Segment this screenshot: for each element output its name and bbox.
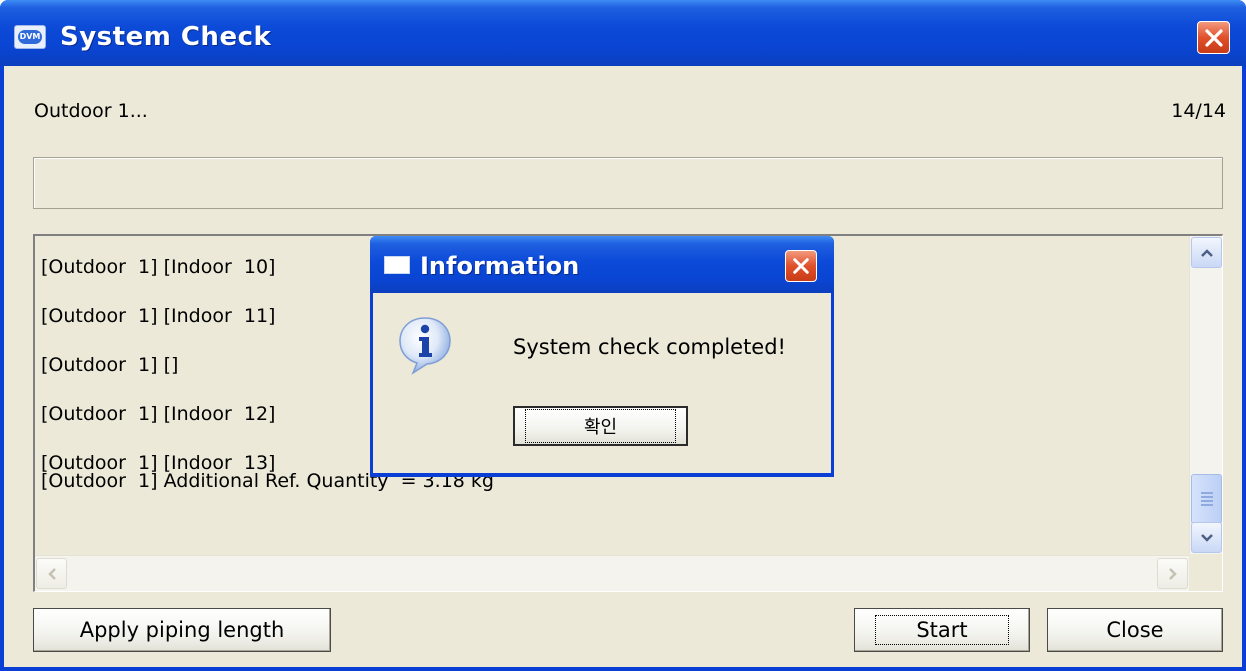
information-dialog: Information System check completed! 확인	[370, 236, 834, 477]
vertical-scrollbar[interactable]	[1189, 236, 1222, 554]
log-line: [Outdoor 1] [Indoor 10]	[41, 256, 276, 278]
start-button[interactable]: Start	[854, 608, 1030, 652]
horizontal-scrollbar[interactable]	[35, 555, 1190, 591]
dialog-ok-button[interactable]: 확인	[513, 406, 688, 446]
log-line: [Outdoor 1] [Indoor 12]	[41, 403, 276, 425]
dialog-message: System check completed!	[513, 335, 786, 359]
dialog-titlebar[interactable]: Information	[370, 236, 834, 293]
scroll-left-button[interactable]	[36, 558, 67, 589]
window-title: System Check	[60, 22, 272, 52]
close-label: Close	[1106, 618, 1164, 642]
dialog-window-icon	[384, 256, 410, 274]
close-button[interactable]: Close	[1047, 608, 1223, 652]
scroll-up-button[interactable]	[1191, 237, 1222, 268]
dialog-close-button[interactable]	[785, 250, 817, 282]
close-icon	[1204, 28, 1223, 47]
chevron-up-icon	[1200, 248, 1213, 257]
log-line: [Outdoor 1] [Indoor 11]	[41, 305, 276, 327]
start-label: Start	[875, 615, 1009, 645]
info-icon	[399, 317, 451, 375]
scrollbar-corner	[1189, 555, 1222, 591]
vertical-scroll-thumb[interactable]	[1191, 474, 1222, 524]
scroll-right-button[interactable]	[1157, 558, 1188, 589]
dialog-title: Information	[420, 252, 580, 280]
scroll-down-button[interactable]	[1191, 522, 1222, 553]
chevron-down-icon	[1200, 533, 1213, 542]
close-icon	[793, 258, 809, 274]
apply-piping-length-label: Apply piping length	[79, 618, 285, 642]
apply-piping-length-button[interactable]: Apply piping length	[33, 608, 331, 652]
dialog-ok-label: 확인	[524, 409, 677, 443]
window-titlebar[interactable]: DVM System Check	[0, 0, 1246, 66]
dvm-app-icon: DVM	[14, 25, 46, 49]
dialog-body: System check completed! 확인	[373, 293, 831, 473]
chevron-right-icon	[1168, 567, 1177, 580]
status-text: Outdoor 1...	[34, 100, 148, 122]
chevron-left-icon	[47, 567, 56, 580]
log-line: [Outdoor 1] []	[41, 354, 179, 376]
status-counter: 14/14	[1171, 100, 1226, 122]
window-close-button[interactable]	[1197, 21, 1230, 54]
progress-bar	[33, 157, 1223, 209]
